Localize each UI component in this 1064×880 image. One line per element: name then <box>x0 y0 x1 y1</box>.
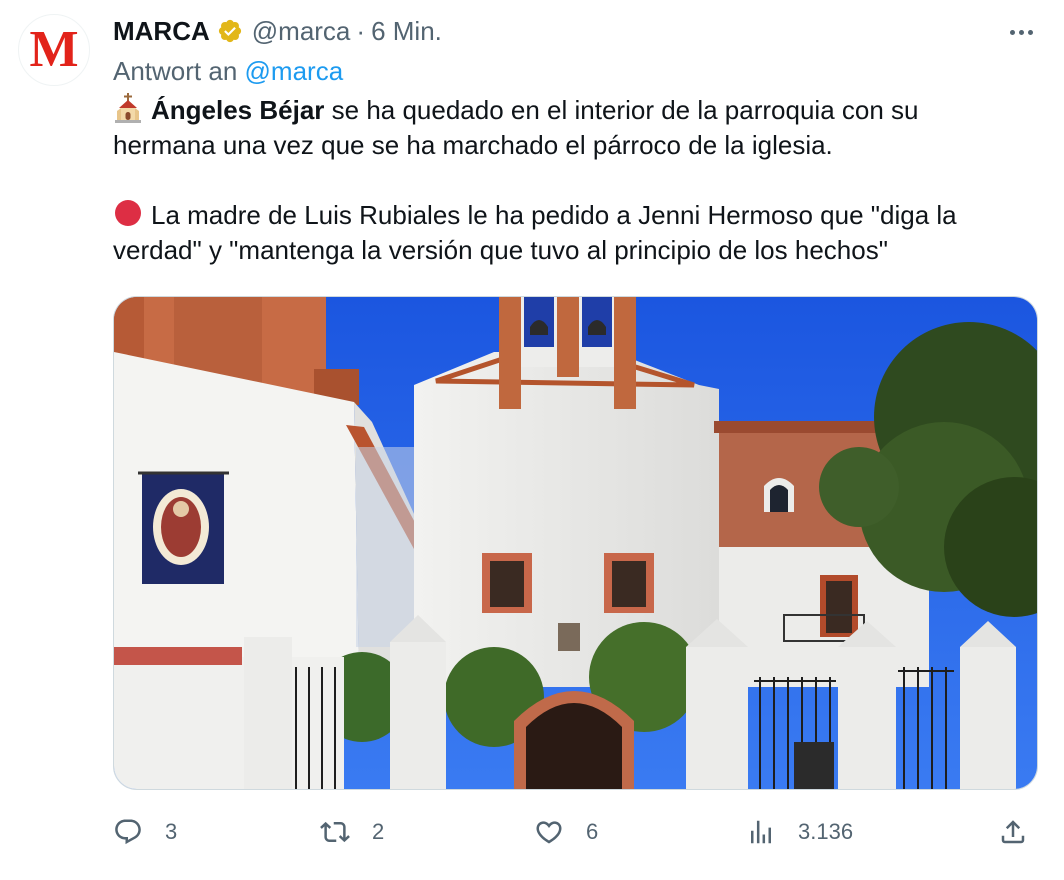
like-button[interactable]: 6 <box>534 808 598 856</box>
marca-logo: M <box>29 21 79 78</box>
separator-dot: · <box>356 15 366 46</box>
heart-icon <box>536 821 562 844</box>
tweet-text: Ángeles Béjar se ha quedado en el interi… <box>113 93 1023 268</box>
author-name[interactable]: MARCA <box>113 16 210 47</box>
tweet-header: MARCA @marca · 6 Min. <box>113 14 442 48</box>
author-handle[interactable]: @marca <box>252 16 351 47</box>
church-photo <box>114 297 1037 789</box>
reply-handle-link[interactable]: @marca <box>245 56 344 86</box>
reply-icon <box>115 819 141 845</box>
reply-count: 3 <box>165 819 178 844</box>
retweet-button[interactable]: 2 <box>320 808 384 856</box>
paragraph-2-text: La madre de Luis Rubiales le ha pedido a… <box>113 200 957 265</box>
reply-button[interactable]: 3 <box>113 808 177 856</box>
red-circle-icon <box>115 200 141 226</box>
church-icon <box>115 93 141 123</box>
verified-badge-icon[interactable] <box>217 18 243 44</box>
tweet-photo[interactable] <box>113 296 1038 790</box>
reply-context: Antwort an @marca <box>113 56 343 87</box>
tweet-paragraph-1: Ángeles Béjar se ha quedado en el interi… <box>113 93 1023 163</box>
retweet-count: 2 <box>372 819 385 844</box>
retweet-icon <box>320 821 350 843</box>
views-count: 3.136 <box>798 819 854 844</box>
tweet-actions: 3 2 6 3.136 <box>113 808 1038 856</box>
reply-prefix: Antwort an <box>113 56 238 86</box>
tweet-time[interactable]: 6 Min. <box>371 16 442 47</box>
like-count: 6 <box>586 819 599 844</box>
more-options-icon[interactable] <box>1004 18 1038 46</box>
tweet[interactable]: M MARCA @marca · 6 Min. Antwort an @marc… <box>0 0 1064 880</box>
tweet-paragraph-2: La madre de Luis Rubiales le ha pedido a… <box>113 198 1023 268</box>
views-button[interactable]: 3.136 <box>746 808 853 856</box>
mentioned-person: Ángeles Béjar <box>151 95 325 125</box>
views-icon <box>751 820 771 844</box>
share-button[interactable] <box>998 808 1028 856</box>
share-icon <box>1001 820 1025 844</box>
avatar[interactable]: M <box>18 14 90 86</box>
